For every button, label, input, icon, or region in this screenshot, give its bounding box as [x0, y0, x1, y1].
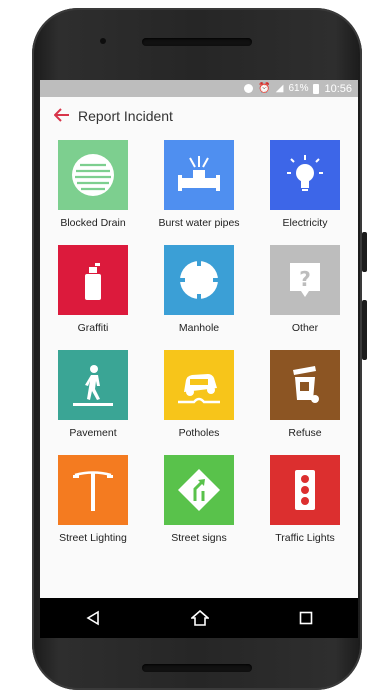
incident-street-signs[interactable]: Street signs — [146, 455, 252, 560]
signal-icon: ◢ — [275, 83, 284, 94]
incident-tile — [270, 350, 340, 420]
incident-label: Potholes — [178, 427, 220, 439]
incident-electricity[interactable]: Electricity — [252, 140, 358, 245]
incident-label: Electricity — [282, 217, 328, 229]
clock: 10:56 — [324, 82, 352, 95]
lightbulb-icon — [287, 155, 323, 191]
incident-street-lighting[interactable]: Street Lighting — [40, 455, 146, 560]
incident-tile — [164, 350, 234, 420]
incident-tile — [58, 140, 128, 210]
incident-label: Graffiti — [77, 322, 109, 334]
incident-label: Pavement — [69, 427, 117, 439]
manhole-icon — [179, 260, 219, 300]
bin-icon — [293, 366, 319, 403]
incident-label: Street signs — [171, 532, 227, 544]
incident-tile — [270, 140, 340, 210]
alarm-icon: ⏰ — [258, 83, 271, 94]
recents-square-icon[interactable] — [299, 611, 313, 625]
incident-label: Traffic Lights — [275, 532, 335, 544]
drain-icon — [72, 154, 114, 196]
incident-label: Burst water pipes — [158, 217, 240, 229]
incident-pavement[interactable]: Pavement — [40, 350, 146, 455]
incident-tile — [270, 455, 340, 525]
home-circle-icon[interactable] — [191, 610, 209, 626]
incident-potholes[interactable]: Potholes — [146, 350, 252, 455]
pedestrian-icon — [73, 365, 113, 406]
incident-tile — [164, 245, 234, 315]
road-sign-icon — [178, 469, 220, 511]
street-lamp-icon — [73, 471, 113, 511]
incident-tile — [58, 455, 128, 525]
incident-tile — [58, 245, 128, 315]
phone-screen: ⏰ ◢ 61% 10:56 Report Incident Blocked Dr… — [40, 80, 358, 638]
back-triangle-icon[interactable] — [85, 610, 101, 626]
volume-button — [362, 232, 367, 272]
front-camera — [100, 38, 106, 44]
incident-label: Street Lighting — [59, 532, 127, 544]
incident-tile — [58, 350, 128, 420]
incident-traffic-lights[interactable]: Traffic Lights — [252, 455, 358, 560]
incident-label: Refuse — [288, 427, 322, 439]
incident-burst-water-pipes[interactable]: Burst water pipes — [146, 140, 252, 245]
top-speaker — [142, 38, 252, 46]
incident-label: Manhole — [178, 322, 220, 334]
power-button — [362, 300, 367, 360]
svg-text:?: ? — [299, 267, 311, 291]
spray-can-icon — [85, 263, 101, 300]
incident-manhole[interactable]: Manhole — [146, 245, 252, 350]
battery-icon — [313, 83, 320, 94]
page-title: Report Incident — [78, 108, 173, 124]
app-bar: Report Incident — [40, 97, 358, 135]
bottom-speaker — [142, 664, 252, 672]
battery-percent: 61% — [288, 83, 309, 94]
do-not-disturb-icon — [244, 84, 254, 93]
status-bar: ⏰ ◢ 61% 10:56 — [40, 80, 358, 97]
question-icon: ? — [290, 263, 320, 297]
back-arrow-icon[interactable] — [53, 107, 70, 125]
incident-label: Blocked Drain — [60, 217, 126, 229]
incident-label: Other — [291, 322, 319, 334]
system-nav-bar — [40, 598, 358, 638]
incident-graffiti[interactable]: Graffiti — [40, 245, 146, 350]
traffic-light-icon — [295, 470, 315, 510]
burst-pipe-icon — [178, 156, 220, 191]
incident-blocked-drain[interactable]: Blocked Drain — [40, 140, 146, 245]
incident-tile — [164, 140, 234, 210]
pothole-car-icon — [178, 374, 220, 404]
incident-tile: ? — [270, 245, 340, 315]
incident-other[interactable]: ? Other — [252, 245, 358, 350]
incident-tile — [164, 455, 234, 525]
incident-grid: Blocked Drain Burst water pipes Electric… — [40, 140, 358, 560]
incident-refuse[interactable]: Refuse — [252, 350, 358, 455]
